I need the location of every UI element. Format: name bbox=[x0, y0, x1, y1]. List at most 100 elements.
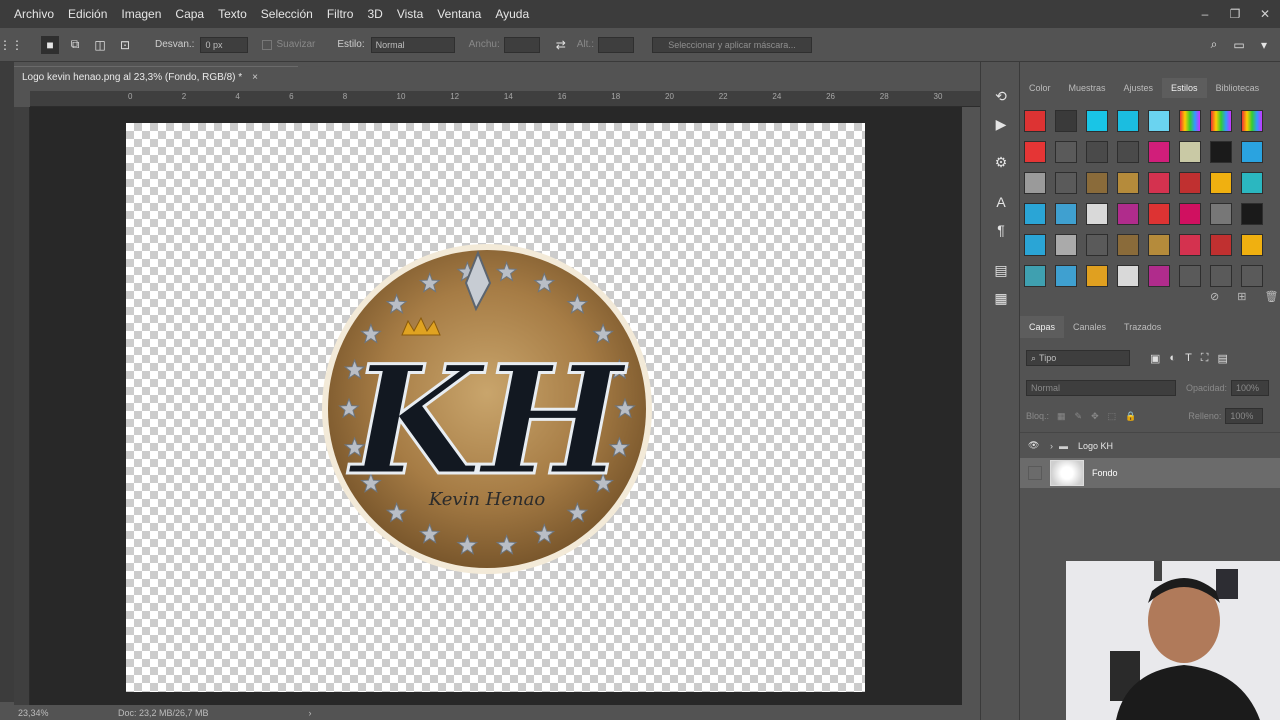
filter-shape-icon[interactable]: ⛶ bbox=[1201, 352, 1209, 365]
character-icon[interactable]: A bbox=[991, 194, 1011, 210]
style-swatch[interactable] bbox=[1024, 234, 1046, 256]
menu-3d[interactable]: 3D bbox=[367, 7, 382, 21]
style-swatch[interactable] bbox=[1148, 203, 1170, 225]
style-swatch[interactable] bbox=[1086, 234, 1108, 256]
menu-vista[interactable]: Vista bbox=[397, 7, 423, 21]
feather-input[interactable]: 0 px bbox=[200, 36, 249, 53]
zoom-level[interactable]: 23,34% bbox=[18, 708, 88, 718]
notes-icon[interactable]: ▦ bbox=[991, 290, 1011, 307]
menu-seleccin[interactable]: Selección bbox=[261, 7, 313, 21]
style-swatch[interactable] bbox=[1117, 203, 1139, 225]
style-swatch[interactable] bbox=[1241, 110, 1263, 132]
style-swatch[interactable] bbox=[1024, 265, 1046, 287]
filter-pixel-icon[interactable]: ▣ bbox=[1150, 352, 1160, 365]
style-swatch[interactable] bbox=[1117, 265, 1139, 287]
restore-button[interactable]: ❐ bbox=[1220, 7, 1250, 21]
workspace-icon[interactable]: ▭ bbox=[1230, 36, 1248, 54]
style-swatch[interactable] bbox=[1117, 110, 1139, 132]
style-swatch[interactable] bbox=[1148, 110, 1170, 132]
subtract-selection-icon[interactable]: ◫ bbox=[91, 36, 109, 54]
lock-artboard-icon[interactable]: ⬚ bbox=[1108, 411, 1117, 422]
tab-channels[interactable]: Canales bbox=[1064, 316, 1115, 338]
style-swatch[interactable] bbox=[1241, 234, 1263, 256]
menu-capa[interactable]: Capa bbox=[175, 7, 204, 21]
opacity-input[interactable]: 100% bbox=[1231, 380, 1270, 396]
style-swatch[interactable] bbox=[1055, 110, 1077, 132]
style-swatch[interactable] bbox=[1055, 141, 1077, 163]
style-swatch[interactable] bbox=[1210, 234, 1232, 256]
visibility-toggle-empty[interactable] bbox=[1028, 466, 1042, 480]
style-swatch[interactable] bbox=[1179, 234, 1201, 256]
visibility-eye-icon[interactable]: 👁 bbox=[1028, 440, 1042, 451]
expand-arrow-icon[interactable]: › bbox=[1050, 441, 1053, 451]
intersect-selection-icon[interactable]: ⊡ bbox=[116, 36, 134, 54]
marquee-tool-icon[interactable]: ⋮⋮ bbox=[0, 36, 23, 54]
style-swatch[interactable] bbox=[1179, 203, 1201, 225]
style-swatch[interactable] bbox=[1024, 141, 1046, 163]
style-swatch[interactable] bbox=[1179, 110, 1201, 132]
style-swatch[interactable] bbox=[1086, 265, 1108, 287]
style-swatch[interactable] bbox=[1086, 110, 1108, 132]
style-swatch[interactable] bbox=[1055, 203, 1077, 225]
style-swatch[interactable] bbox=[1210, 141, 1232, 163]
style-swatch[interactable] bbox=[1148, 172, 1170, 194]
blend-mode-select[interactable]: Normal bbox=[1026, 380, 1176, 396]
filter-type-icon[interactable]: T bbox=[1185, 352, 1192, 365]
style-swatch[interactable] bbox=[1179, 172, 1201, 194]
style-swatch[interactable] bbox=[1055, 265, 1077, 287]
menu-texto[interactable]: Texto bbox=[218, 7, 247, 21]
menu-filtro[interactable]: Filtro bbox=[327, 7, 354, 21]
style-swatch[interactable] bbox=[1210, 203, 1232, 225]
smooth-checkbox[interactable] bbox=[262, 39, 273, 50]
style-swatch[interactable] bbox=[1179, 265, 1201, 287]
close-tab-icon[interactable]: × bbox=[252, 72, 258, 83]
lock-all-icon[interactable]: 🔒 bbox=[1125, 411, 1136, 422]
style-swatch[interactable] bbox=[1117, 234, 1139, 256]
paragraph-icon[interactable]: ¶ bbox=[991, 222, 1011, 238]
tab-styles[interactable]: Estilos bbox=[1162, 78, 1207, 98]
history-icon[interactable]: ⟲ bbox=[991, 88, 1011, 105]
style-swatch[interactable] bbox=[1086, 141, 1108, 163]
layer-filter-select[interactable]: ⌕ Tipo bbox=[1026, 350, 1130, 366]
layer-row-background[interactable]: Fondo bbox=[1020, 458, 1280, 488]
tab-libraries[interactable]: Bibliotecas bbox=[1207, 78, 1269, 98]
style-swatch[interactable] bbox=[1148, 234, 1170, 256]
tab-paths[interactable]: Trazados bbox=[1115, 316, 1170, 338]
new-style-icon[interactable]: ⊞ bbox=[1237, 290, 1246, 303]
tab-color[interactable]: Color bbox=[1020, 78, 1060, 98]
brush-presets-icon[interactable]: ⚙ bbox=[991, 154, 1011, 171]
style-swatch[interactable] bbox=[1210, 110, 1232, 132]
clear-style-icon[interactable]: ⊘ bbox=[1210, 290, 1219, 303]
minimize-button[interactable]: – bbox=[1190, 7, 1220, 21]
menu-edicin[interactable]: Edición bbox=[68, 7, 107, 21]
close-window-button[interactable]: ✕ bbox=[1250, 7, 1280, 21]
style-swatch[interactable] bbox=[1117, 141, 1139, 163]
style-swatch[interactable] bbox=[1024, 172, 1046, 194]
lock-position-icon[interactable]: ✥ bbox=[1091, 411, 1099, 422]
filter-adjustment-icon[interactable]: ◐ bbox=[1169, 352, 1176, 365]
workspace-dropdown-icon[interactable]: ▾ bbox=[1255, 36, 1273, 54]
menu-ayuda[interactable]: Ayuda bbox=[495, 7, 529, 21]
style-swatch[interactable] bbox=[1024, 203, 1046, 225]
tab-adjustments[interactable]: Ajustes bbox=[1115, 78, 1163, 98]
tab-swatches[interactable]: Muestras bbox=[1060, 78, 1115, 98]
style-swatch[interactable] bbox=[1210, 265, 1232, 287]
layer-row-group[interactable]: 👁 › ▬ Logo KH bbox=[1020, 432, 1280, 458]
search-icon[interactable]: ⌕ bbox=[1205, 36, 1223, 54]
lock-transparency-icon[interactable]: ▦ bbox=[1057, 411, 1066, 422]
delete-style-icon[interactable]: 🗑 bbox=[1264, 290, 1278, 303]
style-swatch[interactable] bbox=[1086, 203, 1108, 225]
new-selection-icon[interactable]: ■ bbox=[41, 35, 59, 54]
swap-dimensions-icon[interactable]: ⇄ bbox=[552, 36, 570, 54]
tools-panel[interactable] bbox=[0, 62, 14, 702]
style-select[interactable]: Normal bbox=[370, 36, 455, 53]
style-swatch[interactable] bbox=[1117, 172, 1139, 194]
style-swatch[interactable] bbox=[1179, 141, 1201, 163]
select-and-mask-button[interactable]: Seleccionar y aplicar máscara... bbox=[651, 36, 812, 53]
style-swatch[interactable] bbox=[1210, 172, 1232, 194]
style-swatch[interactable] bbox=[1024, 110, 1046, 132]
status-arrow-icon[interactable]: › bbox=[309, 708, 312, 718]
add-selection-icon[interactable]: ⧉ bbox=[66, 36, 84, 54]
style-swatch[interactable] bbox=[1055, 172, 1077, 194]
menu-ventana[interactable]: Ventana bbox=[437, 7, 481, 21]
